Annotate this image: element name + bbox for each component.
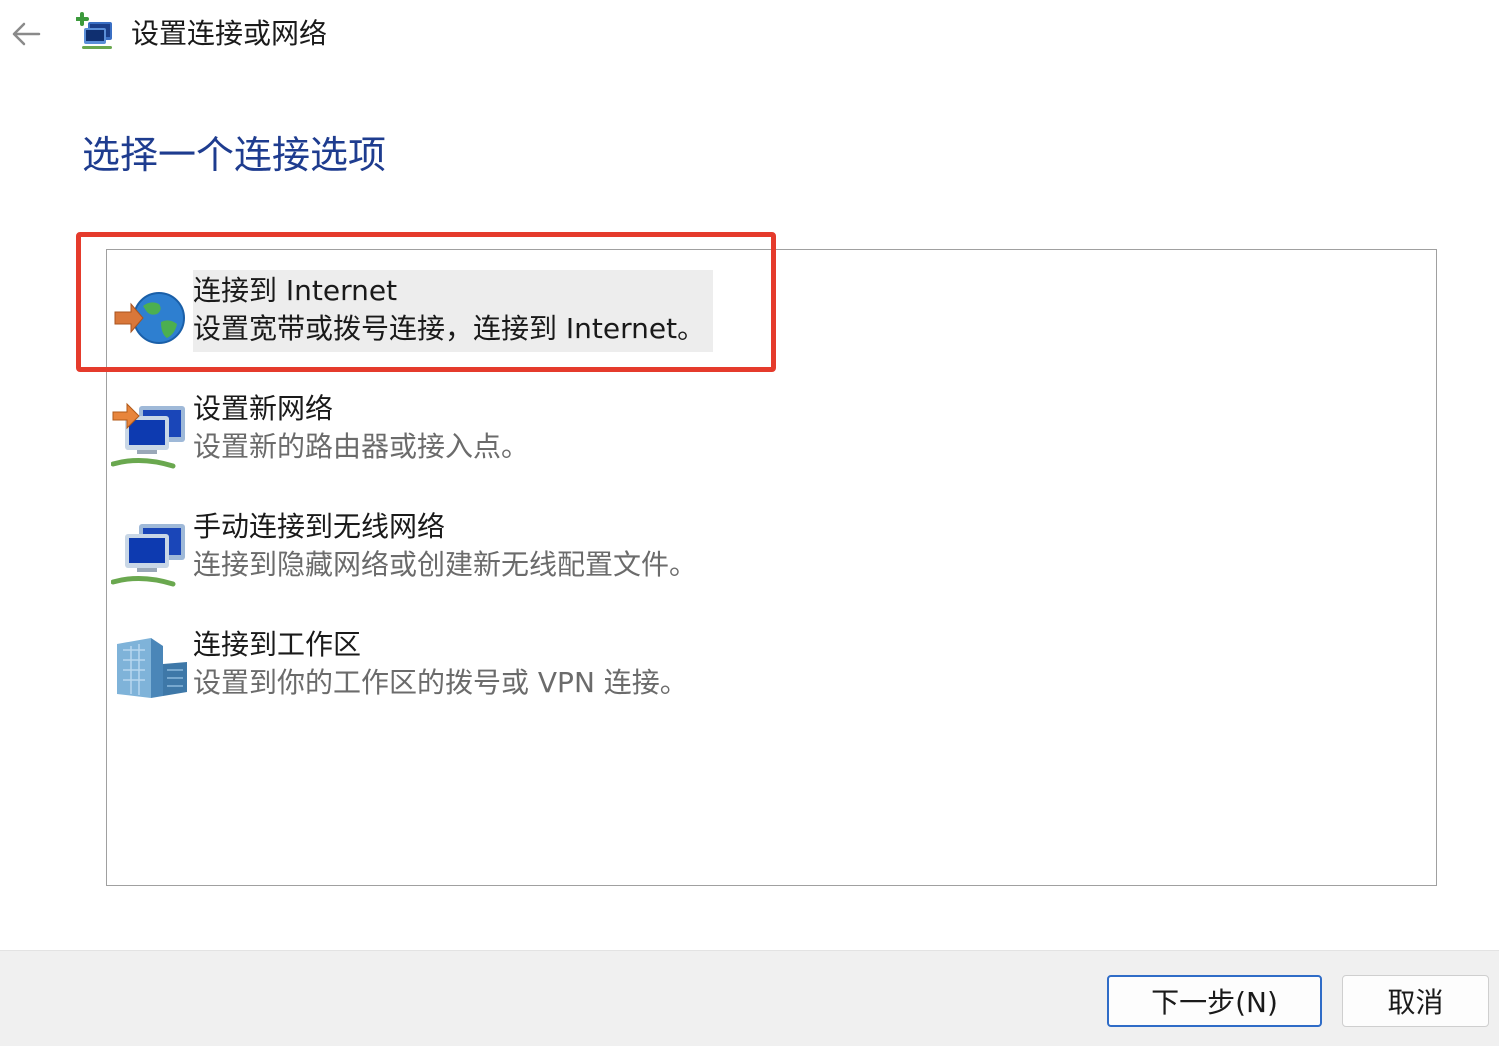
globe-internet-icon bbox=[114, 292, 185, 344]
connection-options-list: 连接到 Internet 设置宽带或拨号连接，连接到 Internet。 设置新… bbox=[106, 249, 1437, 886]
option-connect-internet[interactable]: 连接到 Internet 设置宽带或拨号连接，连接到 Internet。 bbox=[107, 270, 747, 362]
back-arrow-icon bbox=[12, 22, 41, 46]
option-connect-workplace[interactable]: 连接到工作区 设置到你的工作区的拨号或 VPN 连接。 bbox=[107, 624, 747, 716]
cancel-button[interactable]: 取消 bbox=[1342, 975, 1489, 1027]
wireless-network-icon bbox=[111, 524, 185, 587]
option-title: 手动连接到无线网络 bbox=[193, 510, 446, 543]
option-setup-new-network[interactable]: 设置新网络 设置新的路由器或接入点。 bbox=[107, 388, 747, 480]
page-heading: 选择一个连接选项 bbox=[82, 133, 387, 177]
option-text: 连接到工作区 设置到你的工作区的拨号或 VPN 连接。 bbox=[193, 624, 688, 706]
option-description: 设置到你的工作区的拨号或 VPN 连接。 bbox=[193, 666, 688, 699]
option-description: 设置新的路由器或接入点。 bbox=[193, 430, 530, 463]
workplace-building-icon bbox=[117, 638, 187, 698]
option-title: 设置新网络 bbox=[193, 392, 334, 425]
option-manual-wireless[interactable]: 手动连接到无线网络 连接到隐藏网络或创建新无线配置文件。 bbox=[107, 506, 747, 598]
new-network-icon bbox=[111, 402, 185, 469]
option-description: 连接到隐藏网络或创建新无线配置文件。 bbox=[193, 548, 698, 581]
back-button[interactable] bbox=[4, 14, 48, 54]
next-button[interactable]: 下一步(N) bbox=[1107, 975, 1322, 1027]
footer-bar: 下一步(N) 取消 bbox=[0, 950, 1499, 1046]
option-title: 连接到工作区 bbox=[193, 628, 362, 661]
option-text: 设置新网络 设置新的路由器或接入点。 bbox=[193, 388, 529, 470]
option-text: 手动连接到无线网络 连接到隐藏网络或创建新无线配置文件。 bbox=[193, 506, 697, 588]
title-bar: 设置连接或网络 bbox=[0, 0, 1499, 70]
option-description: 设置宽带或拨号连接，连接到 Internet。 bbox=[193, 312, 706, 345]
option-title: 连接到 Internet bbox=[193, 274, 398, 307]
option-text: 连接到 Internet 设置宽带或拨号连接，连接到 Internet。 bbox=[193, 270, 714, 352]
network-setup-icon bbox=[76, 12, 112, 49]
window-title: 设置连接或网络 bbox=[131, 17, 328, 50]
